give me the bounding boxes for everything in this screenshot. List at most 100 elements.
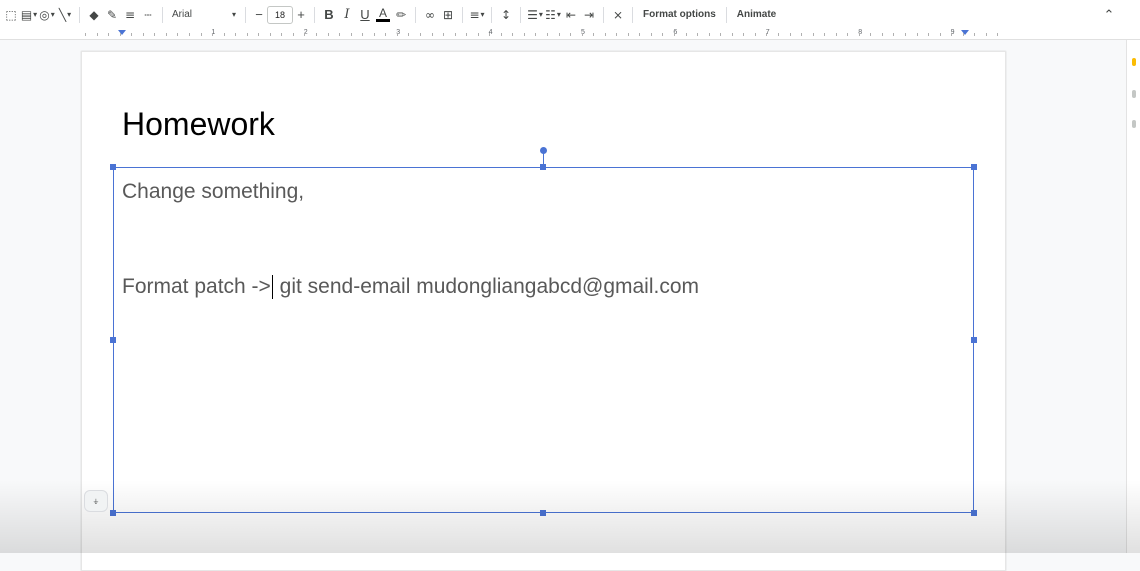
rotate-handle[interactable] (540, 147, 547, 154)
body-text-line-2[interactable]: Format patch -> git send-email mudonglia… (122, 275, 699, 300)
numbered-list-icon[interactable]: ☷ (544, 4, 562, 26)
ruler-tick (397, 33, 398, 36)
ruler-tick (720, 33, 721, 36)
ruler-tick (870, 33, 871, 36)
select-frame-icon[interactable]: ⬚ (2, 4, 20, 26)
ruler-tick (882, 33, 883, 36)
ruler-tick (351, 33, 352, 36)
horizontal-ruler[interactable]: 123456789 (0, 29, 1140, 40)
text-cursor (271, 275, 273, 300)
clear-formatting-icon[interactable]: ⨯ (609, 4, 627, 26)
ruler-tick (628, 33, 629, 36)
ruler-tick (917, 33, 918, 36)
toolbar: ⬚ ▤ ◎ ╲ ◆ ✎ ≡ ┄ Arial − 18 + B I U A ✏ ∞… (0, 0, 1140, 29)
ruler-tick (281, 33, 282, 36)
resize-handle-top[interactable] (540, 164, 546, 170)
font-size-control: − 18 + (251, 5, 309, 24)
italic-button[interactable]: I (338, 4, 356, 26)
ruler-tick (951, 33, 952, 36)
ruler-tick (408, 33, 409, 36)
ruler-tick (986, 33, 987, 36)
ruler-tick (997, 33, 998, 36)
image-icon[interactable]: ▤ (20, 4, 38, 26)
resize-handle-top-left[interactable] (110, 164, 116, 170)
ruler-tick (374, 33, 375, 36)
border-weight-icon[interactable]: ≡ (121, 4, 139, 26)
ruler-tick (512, 33, 513, 36)
shape-icon[interactable]: ◎ (38, 4, 56, 26)
keep-icon[interactable] (1132, 58, 1136, 66)
ruler-tick (662, 33, 663, 36)
highlight-icon[interactable]: ✏ (392, 4, 410, 26)
toolbar-divider (725, 6, 727, 23)
resize-handle-bottom[interactable] (540, 510, 546, 516)
collapse-icon[interactable]: ⌃ (1100, 4, 1118, 26)
line-icon[interactable]: ╲ (56, 4, 74, 26)
ruler-tick (940, 33, 941, 36)
ruler-tick (836, 33, 837, 36)
ruler-tick (778, 33, 779, 36)
ruler-tick (570, 33, 571, 36)
ruler-tick (478, 33, 479, 36)
toolbar-divider (632, 6, 633, 23)
line-spacing-icon[interactable]: ↕ (497, 4, 515, 26)
bold-button[interactable]: B (320, 4, 338, 26)
link-icon[interactable]: ∞ (421, 4, 439, 26)
border-dash-icon[interactable]: ┄ (139, 4, 157, 26)
ruler-tick (559, 33, 560, 36)
ruler-tick (177, 33, 178, 36)
ruler-tick (270, 33, 271, 36)
resize-handle-right[interactable] (971, 337, 977, 343)
ruler-tick (212, 33, 213, 36)
font-size-input[interactable]: 18 (267, 5, 293, 24)
fill-color-icon[interactable]: ◆ (85, 4, 103, 26)
increase-font-size-button[interactable]: + (293, 6, 309, 24)
autofit-options-button[interactable]: ⍖ (84, 490, 108, 512)
toolbar-divider (79, 6, 80, 23)
ruler-tick (651, 33, 652, 36)
ruler-tick (801, 33, 802, 36)
increase-indent-icon[interactable]: ⇥ (580, 4, 598, 26)
ruler-tick (385, 33, 386, 36)
resize-handle-bottom-left[interactable] (110, 510, 116, 516)
contacts-icon[interactable] (1132, 120, 1136, 128)
font-family-select[interactable]: Arial (168, 4, 240, 26)
toolbar-divider (491, 6, 492, 23)
text-color-swatch (376, 18, 390, 22)
slide-title[interactable]: Homework (122, 106, 275, 143)
tasks-icon[interactable] (1132, 90, 1136, 98)
align-icon[interactable]: ≡ (468, 4, 486, 26)
ruler-tick (524, 33, 525, 36)
ruler-tick (824, 33, 825, 36)
decrease-indent-icon[interactable]: ⇤ (562, 4, 580, 26)
toolbar-divider (245, 6, 246, 23)
text-color-button[interactable]: A (374, 4, 392, 26)
ruler-tick (605, 33, 606, 36)
underline-button[interactable]: U (356, 4, 374, 26)
resize-handle-top-right[interactable] (971, 164, 977, 170)
ruler-tick (166, 33, 167, 36)
animate-button[interactable]: Animate (732, 4, 781, 26)
ruler-tick (224, 33, 225, 36)
ruler-tick (732, 33, 733, 36)
border-color-icon[interactable]: ✎ (103, 4, 121, 26)
ruler-tick (963, 33, 964, 36)
decrease-font-size-button[interactable]: − (251, 6, 267, 24)
ruler-tick (443, 33, 444, 36)
ruler-tick (189, 33, 190, 36)
ruler-tick (547, 33, 548, 36)
resize-handle-bottom-right[interactable] (971, 510, 977, 516)
comment-icon[interactable]: ⊞ (439, 4, 457, 26)
body-text-line-1[interactable]: Change something, (122, 180, 304, 204)
resize-handle-left[interactable] (110, 337, 116, 343)
toolbar-divider (603, 6, 604, 23)
ruler-tick (85, 33, 86, 36)
toolbar-divider (314, 6, 315, 23)
ruler-tick (905, 33, 906, 36)
bulleted-list-icon[interactable]: ☰ (526, 4, 544, 26)
ruler-tick (535, 33, 536, 36)
ruler-tick (616, 33, 617, 36)
selected-text-box[interactable] (113, 167, 974, 513)
format-options-button[interactable]: Format options (638, 4, 721, 26)
ruler-tick (97, 33, 98, 36)
